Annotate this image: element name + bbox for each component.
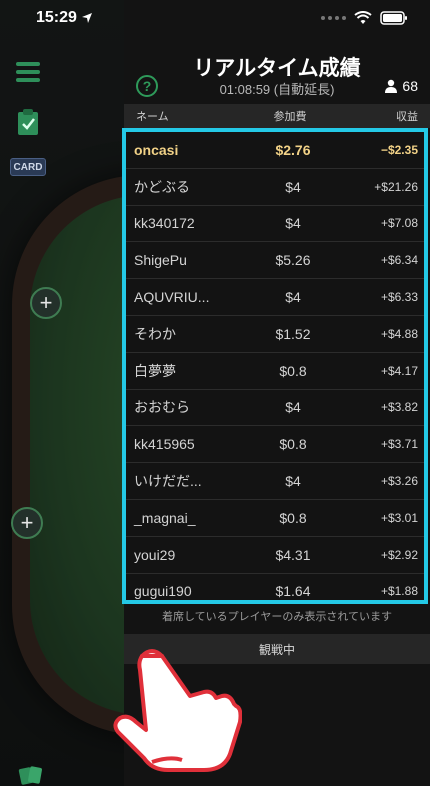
cellular-signal-icon xyxy=(321,16,346,20)
cell-profit: +$1.88 xyxy=(380,584,418,599)
cell-fee: $5.26 xyxy=(275,252,311,269)
table-row[interactable]: oncasi $2.76 −$2.35 xyxy=(126,132,424,169)
cell-fee: $4 xyxy=(285,215,301,232)
battery-icon xyxy=(380,11,407,25)
cell-fee: $2.76 xyxy=(275,141,311,158)
highlight-frame: oncasi $2.76 −$2.35 かどぶる $4 +$21.26 kk340172 $4… xyxy=(122,128,428,604)
cell-fee: $0.8 xyxy=(279,362,307,379)
table-row[interactable]: gugui190 $1.64 +$1.88 xyxy=(126,574,424,600)
cell-fee: $0.8 xyxy=(279,436,307,453)
table-row[interactable]: AQUVRIU... $4 +$6.33 xyxy=(126,279,424,316)
table-row[interactable]: かどぶる $4 +$21.26 xyxy=(126,169,424,206)
cell-profit: −$2.35 xyxy=(380,142,418,157)
add-seat-button[interactable]: + xyxy=(11,507,43,539)
cards-icon[interactable] xyxy=(17,762,45,786)
table-row[interactable]: いけだだ... $4 +$3.26 xyxy=(126,463,424,500)
cell-fee: $1.52 xyxy=(275,325,311,342)
table-row[interactable]: kk415965 $0.8 +$3.71 xyxy=(126,426,424,464)
add-seat-button[interactable]: + xyxy=(30,287,62,319)
cell-profit: +$4.17 xyxy=(380,363,418,378)
clipboard-check-icon[interactable] xyxy=(13,108,43,136)
cell-name: youi29 xyxy=(134,546,176,563)
card-badge[interactable]: CARD xyxy=(10,158,46,176)
cell-name: いけだだ... xyxy=(134,473,202,490)
cell-fee: $4 xyxy=(285,178,301,195)
cell-profit: +$6.34 xyxy=(380,253,418,268)
clock-label: 15:29 xyxy=(36,9,77,26)
cell-fee: $0.8 xyxy=(279,509,307,526)
seated-players-note: 着席しているプレイヤーのみ表示されています xyxy=(161,611,392,623)
status-time: 15:29 xyxy=(36,9,93,27)
cell-name: kk415965 xyxy=(134,436,195,453)
cell-name: AQUVRIU... xyxy=(134,289,210,306)
cell-name: おおむら xyxy=(134,399,190,416)
location-arrow-icon xyxy=(81,13,92,23)
person-icon xyxy=(385,79,398,93)
column-header-name: ネーム xyxy=(136,111,169,123)
cell-name: oncasi xyxy=(134,141,179,158)
status-bar: 15:29 xyxy=(0,0,430,36)
cell-name: _magnai_ xyxy=(134,509,196,526)
table-header: ネーム 参加費 収益 xyxy=(124,104,430,128)
cell-fee: $1.64 xyxy=(275,583,311,600)
cell-profit: +$6.33 xyxy=(380,290,418,305)
cell-profit: +$7.08 xyxy=(380,216,418,231)
cell-profit: +$3.26 xyxy=(380,474,418,489)
cell-name: そわか xyxy=(134,325,176,342)
table-row[interactable]: 白夢夢 $0.8 +$4.17 xyxy=(126,353,424,390)
cell-name: kk340172 xyxy=(134,215,195,232)
plus-icon: + xyxy=(39,290,53,315)
table-row[interactable]: そわか $1.52 +$4.88 xyxy=(126,316,424,353)
cell-fee: $4 xyxy=(285,399,301,416)
table-row[interactable]: ShigePu $5.26 +$6.34 xyxy=(126,242,424,280)
cell-name: かどぶる xyxy=(134,178,190,195)
column-header-profit: 収益 xyxy=(396,111,418,123)
cell-profit: +$2.92 xyxy=(380,547,418,562)
table-row[interactable]: おおむら $4 +$3.82 xyxy=(126,390,424,427)
cell-profit: +$4.88 xyxy=(380,326,418,341)
cell-profit: +$3.01 xyxy=(380,510,418,525)
wifi-icon xyxy=(354,11,372,24)
table-row[interactable]: kk340172 $4 +$7.08 xyxy=(126,206,424,243)
cell-name: gugui190 xyxy=(134,583,192,600)
results-list[interactable]: oncasi $2.76 −$2.35 かどぶる $4 +$21.26 kk340172 $4… xyxy=(126,132,424,600)
pointing-hand-icon xyxy=(113,649,242,772)
cell-profit: +$3.71 xyxy=(380,437,418,452)
plus-icon: + xyxy=(20,510,34,535)
player-count: 68 xyxy=(384,78,418,94)
table-row[interactable]: _magnai_ $0.8 +$3.01 xyxy=(126,500,424,537)
cell-fee: $4 xyxy=(285,473,301,490)
cell-name: 白夢夢 xyxy=(134,362,176,379)
cell-fee: $4 xyxy=(285,289,301,306)
table-row[interactable]: youi29 $4.31 +$2.92 xyxy=(126,537,424,574)
cell-name: ShigePu xyxy=(134,252,187,269)
column-header-fee: 参加費 xyxy=(273,111,307,123)
player-count-value: 68 xyxy=(402,78,418,94)
cell-fee: $4.31 xyxy=(275,546,311,563)
hamburger-menu-icon[interactable] xyxy=(16,62,40,86)
cell-profit: +$21.26 xyxy=(374,179,418,194)
cell-profit: +$3.82 xyxy=(380,400,418,415)
